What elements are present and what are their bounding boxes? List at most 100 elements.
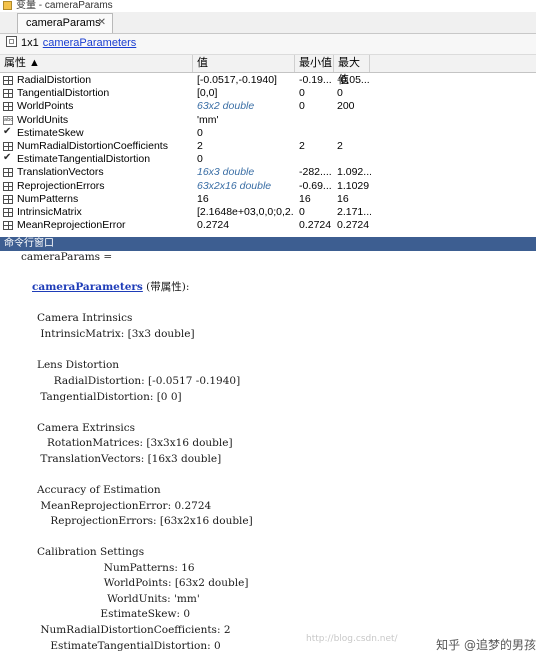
output-line: Camera Intrinsics: [37, 312, 133, 324]
cell-min: [299, 127, 334, 140]
header-property[interactable]: 属性 ▲: [0, 55, 193, 72]
cell-min: 0: [299, 87, 305, 100]
table-row[interactable]: TranslationVectors 16x3 double -282.... 1.0…: [0, 166, 536, 179]
output-line: Calibration Settings: [37, 546, 145, 558]
cell-value: 16: [197, 192, 209, 205]
output-line: WorldUnits: 'mm': [37, 593, 200, 605]
cell-name: TangentialDistortion: [17, 87, 110, 100]
cell-min: 0: [299, 100, 305, 113]
cell-max: -0.05...: [337, 74, 370, 86]
output-line: NumPatterns: 16: [37, 562, 195, 574]
table-row[interactable]: MeanReprojectionError 0.2724 0.2724 0.2724: [0, 219, 536, 232]
grid-icon: [3, 194, 13, 204]
cell-value: [0,0]: [197, 87, 218, 100]
cell-min: [299, 114, 334, 127]
link-suffix: (带属性):: [142, 281, 190, 293]
cell-min: -0.69...: [299, 179, 332, 192]
output-line: Accuracy of Estimation: [37, 484, 161, 496]
output-line: TangentialDistortion: [0 0]: [37, 391, 182, 403]
output-line: MeanReprojectionError: 0.2724: [37, 500, 212, 512]
cell-max: [337, 127, 371, 140]
header-value[interactable]: 值: [193, 55, 295, 72]
header-max[interactable]: 最大值: [334, 55, 370, 86]
grid-icon: [3, 76, 13, 85]
output-line: Lens Distortion: [37, 359, 120, 371]
cell-name: WorldUnits: [17, 113, 69, 126]
cell-max: 0: [337, 87, 343, 100]
table-row[interactable]: EstimateTangentialDistortion 0: [0, 152, 536, 166]
output-line: ReprojectionErrors: [63x2x16 double]: [37, 515, 253, 527]
cell-max: 1.1029: [337, 179, 370, 192]
table-row[interactable]: EstimateSkew 0: [0, 126, 536, 140]
check-icon: [3, 126, 13, 138]
output-line: IntrinsicMatrix: [3x3 double]: [37, 328, 195, 340]
output-line: EstimateSkew: 0: [37, 608, 191, 620]
cell-name: TranslationVectors: [17, 166, 104, 179]
window-title-bar: 变量 - cameraParams: [0, 0, 536, 12]
property-table: 属性 ▲ 值 最小值 最大值 RadialDistortion [-0.0517,…: [0, 55, 536, 234]
command-window[interactable]: cameraParams = cameraParameters (带属性): C…: [0, 251, 536, 661]
grid-icon: [3, 89, 13, 99]
cell-min: [299, 153, 334, 166]
check-icon: [3, 152, 13, 164]
table-row[interactable]: TangentialDistortion [0,0] 0 0: [0, 87, 536, 100]
cell-value: 63x2 double: [197, 100, 255, 113]
watermark: 知乎 @追梦的男孩: [436, 638, 536, 652]
window-title: 变量 - cameraParams: [16, 0, 113, 11]
cell-min: -282....: [299, 166, 332, 179]
table-row[interactable]: NumPatterns 16 16 16: [0, 193, 536, 206]
cell-max: 200: [337, 100, 355, 113]
table-row[interactable]: IntrinsicMatrix [2.1648e+03,0,0;0,2... 0 2.…: [0, 206, 536, 219]
tab-strip: cameraParams ✕: [0, 12, 536, 34]
cell-max: [337, 153, 371, 166]
grid-icon: [3, 221, 13, 231]
table-row[interactable]: WorldPoints 63x2 double 0 200: [0, 100, 536, 113]
output-line: WorldPoints: [63x2 double]: [37, 577, 249, 589]
output-line: RadialDistortion: [-0.0517 -0.1940]: [37, 375, 241, 387]
table-row[interactable]: ReprojectionErrors 63x2x16 double -0.69...…: [0, 180, 536, 193]
cell-value: 0.2724: [197, 219, 230, 232]
tab-cameraparams[interactable]: cameraParams ✕: [17, 13, 113, 33]
cell-name: IntrinsicMatrix: [17, 206, 82, 218]
close-icon[interactable]: ✕: [98, 14, 106, 32]
header-min[interactable]: 最小值: [295, 55, 334, 72]
cell-name: ReprojectionErrors: [17, 179, 105, 192]
variable-size: 1x1: [21, 37, 39, 49]
cell-max: 1.092...: [337, 166, 371, 179]
class-link[interactable]: cameraParameters: [32, 281, 143, 293]
cell-max: 16: [337, 192, 349, 205]
grid-icon: [3, 168, 13, 178]
command-window-header: 命令行窗口: [0, 237, 536, 251]
faint-watermark: http://blog.csdn.net/: [306, 634, 398, 644]
cell-min: -0.19...: [299, 74, 332, 86]
cell-value: 0: [197, 126, 203, 139]
table-header: 属性 ▲ 值 最小值 最大值: [0, 55, 536, 86]
class-link[interactable]: cameraParameters: [43, 37, 137, 49]
cell-min: 2: [299, 140, 305, 152]
table-row[interactable]: abc WorldUnits 'mm': [0, 114, 536, 127]
output-line: cameraParameters (带属性):: [32, 281, 189, 294]
cell-name: MeanReprojectionError: [17, 219, 126, 232]
cell-max: [337, 114, 371, 127]
grid-icon: [3, 102, 13, 112]
cell-max: 2.171...: [337, 206, 371, 218]
cell-value: 'mm': [197, 113, 219, 126]
cell-max: 2: [337, 140, 343, 152]
cell-value: [-0.0517,-0.1940]: [197, 74, 277, 86]
output-line: EstimateTangentialDistortion: 0: [37, 640, 221, 652]
grid-icon: [3, 208, 13, 217]
output-line: RotationMatrices: [3x3x16 double]: [37, 437, 233, 449]
cell-name: RadialDistortion: [17, 74, 92, 86]
variable-editor-icon: [3, 1, 12, 10]
table-row[interactable]: RadialDistortion [-0.0517,-0.1940] -0.19..…: [0, 74, 536, 87]
variable-info-bar: 1x1 cameraParameters: [0, 34, 536, 55]
output-line: cameraParams =: [21, 251, 113, 263]
output-line: Camera Extrinsics: [37, 422, 136, 434]
abc-icon: abc: [3, 115, 13, 125]
table-row[interactable]: NumRadialDistortionCoefficients 2 2 2: [0, 140, 536, 153]
cell-min: 0: [299, 206, 305, 218]
cell-value: [2.1648e+03,0,0;0,2...: [197, 206, 294, 218]
grid-icon: [3, 181, 13, 191]
cell-min: 16: [299, 192, 311, 205]
output-line: TranslationVectors: [16x3 double]: [37, 453, 222, 465]
